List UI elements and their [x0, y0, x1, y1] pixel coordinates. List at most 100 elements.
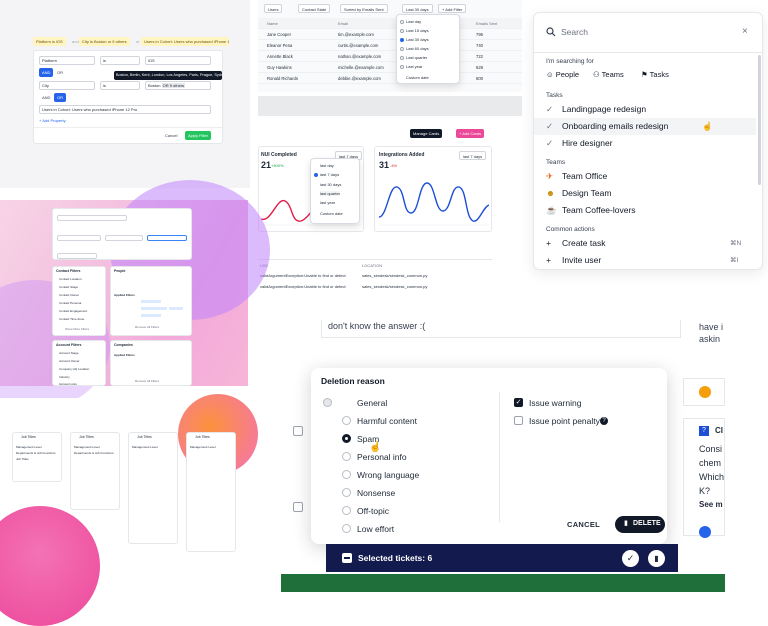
field-select[interactable]: City: [39, 81, 95, 90]
issue-penalty-label[interactable]: Issue point penalty: [529, 416, 600, 426]
approve-button[interactable]: ✓: [622, 550, 639, 567]
filter-item[interactable]: Company HQ Location: [59, 367, 89, 371]
date-option[interactable]: Last day: [406, 19, 421, 24]
table-row[interactable]: Jane Cooper tim.@example.com 796: [258, 29, 522, 40]
add-filter-button[interactable]: + Add Filter: [438, 4, 467, 13]
column-header[interactable]: Emails Sent: [476, 18, 497, 29]
operator-select[interactable]: is: [100, 56, 140, 65]
radio[interactable]: [400, 56, 404, 60]
group-label[interactable]: Management Level: [190, 445, 216, 449]
range-select[interactable]: last 7 days: [459, 151, 487, 160]
radio[interactable]: [400, 29, 404, 33]
range-option[interactable]: last 7 days: [320, 172, 339, 177]
chip-people[interactable]: ☺ People: [546, 70, 579, 79]
date-option[interactable]: Last quarter: [406, 55, 427, 60]
custom-date-option[interactable]: Custom date: [406, 75, 429, 80]
operator-select[interactable]: is: [100, 81, 140, 90]
filter-item[interactable]: Account Owner: [59, 359, 80, 363]
filter-item[interactable]: Contact Stage: [59, 285, 78, 289]
apply-filter-button[interactable]: Apply Filter: [185, 131, 212, 140]
radio[interactable]: [342, 452, 351, 461]
group-label[interactable]: Management Level: [16, 445, 42, 449]
group-label[interactable]: Management Level: [74, 445, 100, 449]
group-label[interactable]: Departments & Job Functions: [74, 451, 114, 455]
custom-date-option[interactable]: Custom date: [320, 211, 343, 216]
filter-item[interactable]: Contact Time Zone: [59, 317, 84, 321]
date-range-button[interactable]: Last 30 days: [402, 4, 433, 13]
table-row[interactable]: Eleanor Pena curtis.@example.com 740: [258, 40, 522, 51]
filter-item[interactable]: Contact Location: [59, 277, 82, 281]
radio[interactable]: [342, 470, 351, 479]
filter-item[interactable]: Contact Persona: [59, 301, 81, 305]
radio[interactable]: [342, 506, 351, 515]
group-label[interactable]: Departments & Job Functions: [16, 451, 56, 455]
cancel-button[interactable]: CANCEL: [567, 520, 600, 529]
issue-penalty-checkbox[interactable]: [514, 416, 523, 425]
reason-label[interactable]: Low effort: [357, 524, 394, 534]
see-more-link[interactable]: See m: [699, 500, 723, 509]
contact-state-button[interactable]: Contact State: [298, 4, 331, 13]
delete-button[interactable]: ▮ DELETE: [615, 516, 665, 533]
sort-button[interactable]: Sorted by Emails Sent: [340, 4, 388, 13]
radio[interactable]: [400, 20, 404, 24]
deselect-checkbox[interactable]: [342, 553, 352, 563]
table-row[interactable]: Ronald Richards debbie.@example.com 600: [258, 73, 522, 84]
action-item[interactable]: + Invite user ⌘I: [534, 252, 756, 269]
close-icon[interactable]: ×: [742, 26, 748, 37]
group-label[interactable]: Job Titles: [16, 457, 29, 461]
row-checkbox[interactable]: [293, 502, 303, 512]
show-more-link[interactable]: Show More Filters: [65, 327, 89, 331]
persona-select[interactable]: [57, 235, 101, 241]
owner-select[interactable]: [105, 235, 143, 241]
range-option[interactable]: last year: [320, 200, 335, 205]
radio[interactable]: [342, 488, 351, 497]
and-toggle[interactable]: AND: [39, 68, 54, 77]
reason-label[interactable]: Wrong language: [357, 470, 419, 480]
filter-item[interactable]: Contact Engagement: [59, 309, 87, 313]
remove-all-link[interactable]: Remove All Filters: [135, 379, 159, 383]
team-item[interactable]: ☕ Team Coffee-lovers: [534, 202, 756, 219]
date-option[interactable]: Last 30 days: [406, 37, 429, 42]
search-bar[interactable]: Search ×: [534, 13, 762, 53]
radio-selected[interactable]: [342, 434, 351, 443]
date-option[interactable]: Last year: [406, 64, 422, 69]
filter-item[interactable]: Account Lists: [59, 382, 77, 386]
reason-label[interactable]: General: [357, 398, 387, 408]
cancel-button[interactable]: Cancel: [165, 133, 177, 138]
date-option[interactable]: Last 60 days: [406, 46, 429, 51]
manage-cards-button[interactable]: Manage Cards: [410, 129, 443, 138]
lists-select[interactable]: [57, 253, 97, 259]
reason-label[interactable]: Off-topic: [357, 506, 389, 516]
user-select[interactable]: [147, 235, 187, 241]
chip-teams[interactable]: ⚇ Teams: [593, 70, 624, 79]
task-item[interactable]: ✓ Landingpage redesign: [534, 101, 756, 118]
or-toggle[interactable]: OR: [54, 93, 66, 102]
team-item[interactable]: ☻ Design Team: [534, 185, 756, 202]
column-header[interactable]: Name: [267, 18, 278, 29]
issue-warning-label[interactable]: Issue warning: [529, 398, 581, 408]
group-label[interactable]: Management Level: [132, 445, 158, 449]
and-toggle[interactable]: AND: [39, 93, 53, 102]
range-option[interactable]: last quarter: [320, 191, 341, 196]
reason-label[interactable]: Harmful content: [357, 416, 417, 426]
value-select[interactable]: Boston OR 9 others: [145, 81, 211, 90]
reason-label[interactable]: Personal info: [357, 452, 407, 462]
filter-item[interactable]: Industry: [59, 375, 70, 379]
trash-button[interactable]: ▮: [648, 550, 665, 567]
add-cards-button[interactable]: + Add Cards: [456, 129, 485, 138]
search-input[interactable]: Search: [561, 27, 588, 37]
date-option[interactable]: Last 15 days: [406, 28, 429, 33]
filter-item[interactable]: Account Stage: [59, 351, 79, 355]
task-item-active[interactable]: ✓ Onboarding emails redesign ☝: [534, 118, 756, 135]
help-icon[interactable]: ?: [600, 417, 608, 425]
reason-label[interactable]: Nonsense: [357, 488, 395, 498]
row-checkbox[interactable]: [293, 426, 303, 436]
filter-chip[interactable]: Platform is iOS: [33, 37, 66, 46]
range-option[interactable]: last day: [320, 163, 334, 168]
add-property-link[interactable]: + Add Property: [39, 118, 66, 123]
table-row[interactable]: Annette Black nathan.@example.com 722: [258, 51, 522, 62]
filter-chip[interactable]: City is Boston or 9 others: [79, 37, 130, 46]
scrollbar[interactable]: [758, 55, 761, 185]
chip-tasks[interactable]: ⚑ Tasks: [641, 70, 669, 79]
issue-warning-checkbox[interactable]: ✓: [514, 398, 523, 407]
